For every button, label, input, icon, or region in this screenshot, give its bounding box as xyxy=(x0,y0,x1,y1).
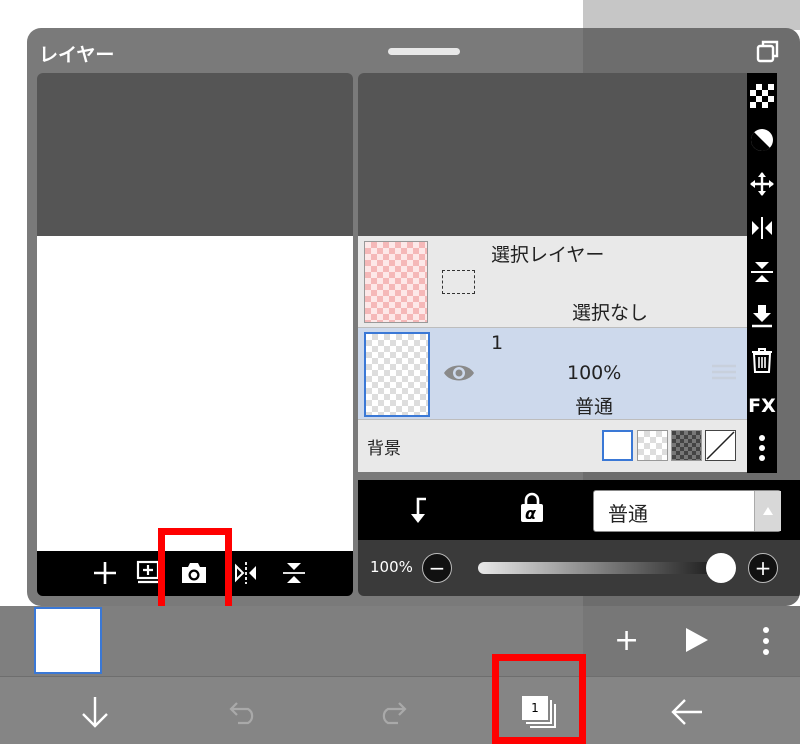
layer-panel: レイヤー 選択レイヤー 選択なし 1 100% 普通 背景 FX α 普通 10… xyxy=(27,28,800,606)
layer-1-blend: 普通 xyxy=(575,396,614,418)
opacity-minus-button[interactable]: − xyxy=(422,553,452,583)
layer-properties: α 普通 100% − + xyxy=(358,480,800,596)
drag-reorder-icon[interactable] xyxy=(712,362,736,386)
frame-thumbnail[interactable] xyxy=(34,607,102,674)
opacity-slider-thumb[interactable] xyxy=(706,553,736,583)
highlight-layers-box xyxy=(492,654,586,744)
flip-vertical-icon[interactable] xyxy=(747,257,777,287)
opacity-slider-track[interactable] xyxy=(478,562,730,574)
background-none-option[interactable] xyxy=(705,430,736,461)
background-transparent-option[interactable] xyxy=(637,430,668,461)
background-label: 背景 xyxy=(367,439,401,459)
background-dark-checker-option[interactable] xyxy=(671,430,702,461)
selection-layer-thumbnail xyxy=(364,241,428,323)
layer-preview xyxy=(37,73,353,596)
arrow-left-icon[interactable] xyxy=(670,697,704,731)
merge-down-icon[interactable] xyxy=(747,301,777,331)
selection-icon xyxy=(442,270,475,294)
opacity-slider-row: 100% − + xyxy=(358,540,800,596)
plus-icon[interactable] xyxy=(89,557,121,589)
flip-vertical-icon[interactable] xyxy=(278,557,310,589)
checker-icon[interactable] xyxy=(747,81,777,111)
fx-button[interactable]: FX xyxy=(747,391,777,421)
background-strip xyxy=(583,0,800,30)
flip-horizontal-icon[interactable] xyxy=(230,557,262,589)
layer-1-thumbnail xyxy=(364,332,430,417)
panel-title: レイヤー xyxy=(39,44,115,66)
redo-icon[interactable] xyxy=(376,699,408,729)
layer-tool-strip: FX xyxy=(747,73,777,473)
add-frame-button[interactable]: + xyxy=(614,626,639,656)
layer-1-name: 1 xyxy=(491,332,504,354)
alpha-lock-label: α xyxy=(525,504,536,523)
more-vertical-icon[interactable] xyxy=(747,433,777,463)
opacity-plus-button[interactable]: + xyxy=(748,553,778,583)
chevron-up-icon[interactable] xyxy=(754,491,781,531)
opacity-label: 100% xyxy=(370,558,413,576)
background-row[interactable]: 背景 xyxy=(358,420,747,472)
selection-layer-status: 選択なし xyxy=(572,302,649,324)
blend-row: α 普通 xyxy=(358,480,800,540)
clipping-icon[interactable] xyxy=(404,496,430,528)
move-icon[interactable] xyxy=(747,169,777,199)
eye-icon[interactable] xyxy=(442,362,476,388)
background-white-option[interactable] xyxy=(602,430,633,461)
contrast-icon[interactable] xyxy=(747,125,777,155)
arrow-down-icon[interactable] xyxy=(80,695,110,733)
blend-mode-value: 普通 xyxy=(608,502,648,526)
frame-bar: + xyxy=(0,606,800,676)
window-restore-icon[interactable] xyxy=(755,38,781,64)
more-vertical-icon[interactable] xyxy=(762,626,770,660)
blend-mode-select[interactable]: 普通 xyxy=(593,490,781,532)
selection-layer-row[interactable]: 選択レイヤー 選択なし xyxy=(358,236,747,328)
preview-canvas xyxy=(37,236,353,551)
bottom-nav-bar: 1 xyxy=(0,676,800,744)
highlight-camera-box xyxy=(158,528,232,606)
selection-layer-name: 選択レイヤー xyxy=(491,244,605,266)
layer-1-opacity: 100% xyxy=(567,362,622,384)
play-icon[interactable] xyxy=(684,626,710,658)
flip-horizontal-icon[interactable] xyxy=(747,213,777,243)
alpha-lock-icon[interactable]: α xyxy=(518,492,546,524)
undo-icon[interactable] xyxy=(228,699,260,729)
layers-empty-area xyxy=(358,73,747,236)
layer-row-1[interactable]: 1 100% 普通 xyxy=(358,328,747,420)
trash-icon[interactable] xyxy=(747,345,777,375)
drag-handle[interactable] xyxy=(388,48,460,55)
